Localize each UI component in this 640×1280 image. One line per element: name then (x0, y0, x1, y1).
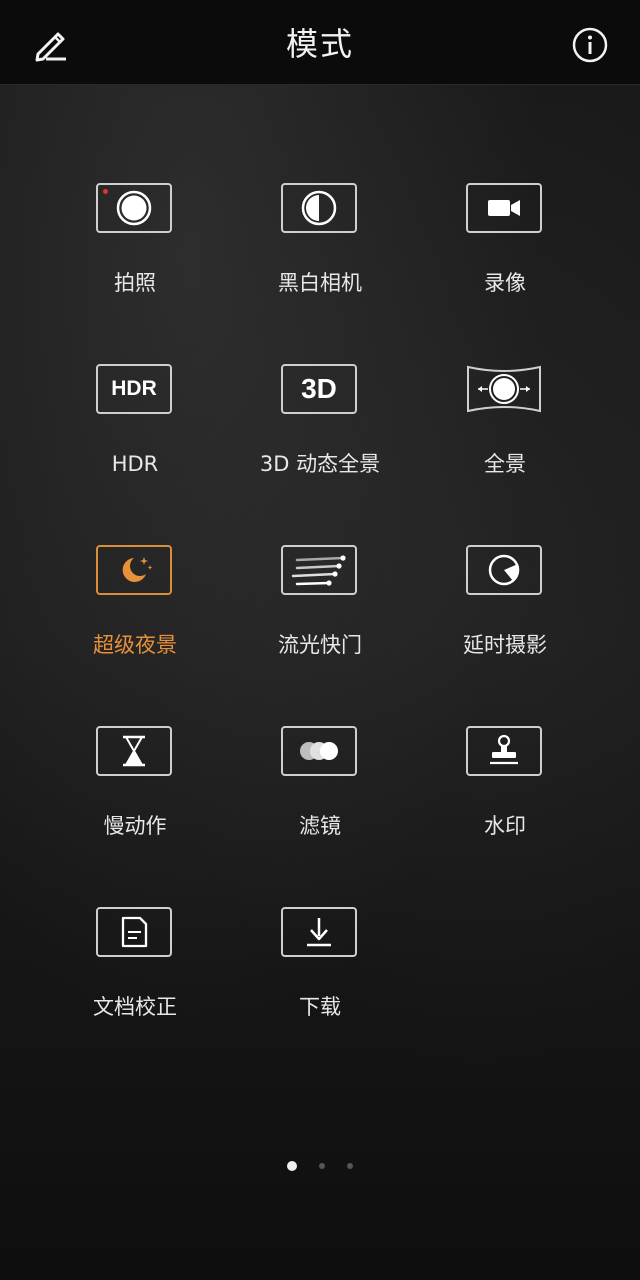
mode-tile-timelapse[interactable]: 延时摄影 (430, 545, 580, 685)
mode-label: 滤镜 (299, 814, 341, 838)
hourglass-icon (123, 735, 145, 767)
mode-tile-download[interactable]: 下载 (245, 907, 395, 1047)
panorama-icon (467, 365, 541, 413)
mode-icon-box (96, 907, 172, 957)
mode-label: 慢动作 (103, 814, 167, 838)
mode-label: 录像 (484, 271, 526, 295)
mode-tile-super-night[interactable]: 超级夜景 (60, 545, 210, 685)
mode-label: 3D 动态全景 (259, 452, 381, 476)
document-icon (121, 916, 148, 948)
stamp-icon (490, 734, 518, 765)
page-dot[interactable] (319, 1163, 325, 1169)
mode-label: 下载 (299, 995, 341, 1019)
photo-shutter-icon (116, 190, 152, 226)
page-title: 模式 (285, 25, 354, 63)
video-camera-icon (488, 200, 520, 216)
mode-icon-box (281, 726, 357, 776)
3d-icon: 3D (301, 373, 337, 404)
mode-tile-light-painting[interactable]: 流光快门 (245, 545, 395, 685)
mode-label: HDR (111, 452, 159, 476)
download-icon (307, 918, 331, 947)
info-button[interactable] (568, 24, 612, 68)
mode-icon-box (466, 726, 542, 776)
mode-label: 全景 (484, 452, 526, 476)
mode-icon-box (281, 183, 357, 233)
timelapse-icon (488, 554, 520, 586)
mode-label: 文档校正 (93, 995, 177, 1019)
mode-tile-slow-motion[interactable]: 慢动作 (60, 726, 210, 866)
mode-icon-box (466, 183, 542, 233)
hdr-icon: HDR (111, 377, 157, 400)
info-icon (572, 27, 608, 63)
mode-tile-monochrome[interactable]: 黑白相机 (245, 183, 395, 323)
mode-icon-box (96, 183, 172, 233)
mode-icon-box (466, 364, 542, 414)
page-dot[interactable] (347, 1163, 353, 1169)
mode-label: 延时摄影 (463, 633, 547, 657)
light-trails-icon (291, 555, 346, 586)
mode-label: 流光快门 (278, 633, 362, 657)
mode-tile-video[interactable]: 录像 (430, 183, 580, 323)
mode-tile-filter[interactable]: 滤镜 (245, 726, 395, 866)
mode-tile-watermark[interactable]: 水印 (430, 726, 580, 866)
filter-circles-icon (300, 742, 338, 760)
mode-tile-3d-panorama[interactable]: 3D 3D 动态全景 (245, 364, 395, 504)
mode-icon-box (96, 726, 172, 776)
mode-icon-box (96, 545, 172, 595)
camera-mode-screen: 模式 拍照 黑白相机 录像 HDR HDR 3D 3D 动态全景 全景 超级夜景… (0, 0, 640, 1280)
mode-label: 超级夜景 (93, 633, 177, 657)
mode-icon-box: HDR (96, 364, 172, 414)
monochrome-icon (301, 190, 337, 226)
page-dot-active[interactable] (287, 1161, 297, 1171)
mode-icon-box (281, 907, 357, 957)
mode-tile-document-correction[interactable]: 文档校正 (60, 907, 210, 1047)
mode-tile-panorama[interactable]: 全景 (430, 364, 580, 504)
mode-label: 水印 (484, 814, 526, 838)
mode-icon-box (466, 545, 542, 595)
night-moon-icon (122, 557, 153, 582)
mode-tile-hdr[interactable]: HDR HDR (60, 364, 210, 504)
mode-icon-box (281, 545, 357, 595)
mode-tile-photo[interactable]: 拍照 (60, 183, 210, 323)
mode-label: 黑白相机 (278, 271, 362, 295)
mode-label: 拍照 (114, 271, 156, 295)
page-indicator (0, 1161, 640, 1173)
top-bar: 模式 (0, 0, 640, 85)
mode-icon-box: 3D (281, 364, 357, 414)
